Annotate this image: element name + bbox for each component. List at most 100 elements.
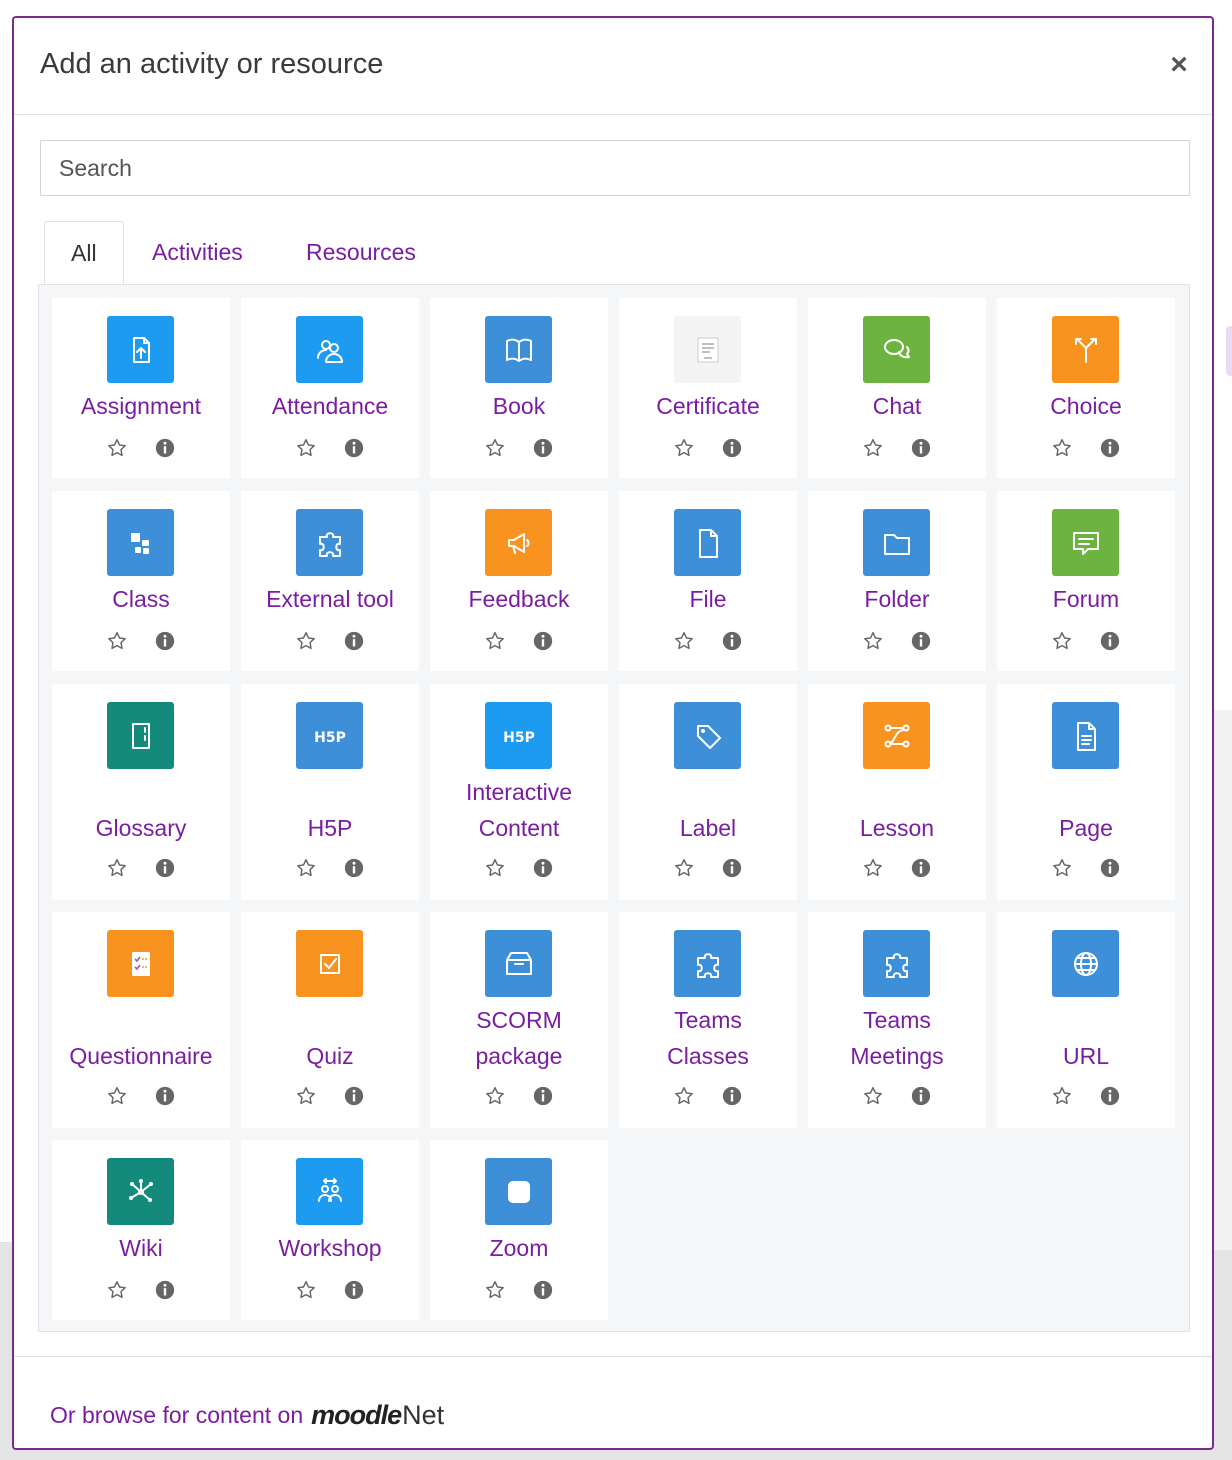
activity-card-teams-classes[interactable]: Teams Classes bbox=[619, 912, 797, 1128]
info-icon[interactable] bbox=[343, 437, 365, 459]
activity-card-file[interactable]: File bbox=[619, 491, 797, 671]
activity-name[interactable]: Forum bbox=[997, 581, 1175, 617]
activity-card-workshop[interactable]: Workshop bbox=[241, 1140, 419, 1320]
activity-card-certificate[interactable]: Certificate bbox=[619, 298, 797, 478]
info-icon[interactable] bbox=[1099, 437, 1121, 459]
info-icon[interactable] bbox=[1099, 857, 1121, 879]
star-icon[interactable] bbox=[106, 1279, 128, 1301]
star-icon[interactable] bbox=[106, 437, 128, 459]
star-icon[interactable] bbox=[862, 1085, 884, 1107]
star-icon[interactable] bbox=[295, 857, 317, 879]
activity-name[interactable]: Teams Meetings bbox=[808, 1002, 986, 1074]
star-icon[interactable] bbox=[484, 437, 506, 459]
activity-card-url[interactable]: URL bbox=[997, 912, 1175, 1128]
star-icon[interactable] bbox=[862, 437, 884, 459]
activity-name[interactable]: Teams Classes bbox=[619, 1002, 797, 1074]
info-icon[interactable] bbox=[532, 1279, 554, 1301]
activity-name[interactable]: Questionnaire bbox=[52, 1038, 230, 1074]
star-icon[interactable] bbox=[484, 630, 506, 652]
star-icon[interactable] bbox=[673, 857, 695, 879]
info-icon[interactable] bbox=[154, 857, 176, 879]
activity-name[interactable]: External tool bbox=[241, 581, 419, 617]
activity-name[interactable]: Book bbox=[430, 388, 608, 424]
info-icon[interactable] bbox=[343, 857, 365, 879]
star-icon[interactable] bbox=[1051, 630, 1073, 652]
info-icon[interactable] bbox=[910, 437, 932, 459]
star-icon[interactable] bbox=[1051, 1085, 1073, 1107]
activity-card-zoom[interactable]: Zoom bbox=[430, 1140, 608, 1320]
activity-card-questionnaire[interactable]: Questionnaire bbox=[52, 912, 230, 1128]
activity-card-forum[interactable]: Forum bbox=[997, 491, 1175, 671]
activity-card-attendance[interactable]: Attendance bbox=[241, 298, 419, 478]
info-icon[interactable] bbox=[1099, 1085, 1121, 1107]
info-icon[interactable] bbox=[154, 1085, 176, 1107]
activity-name[interactable]: Class bbox=[52, 581, 230, 617]
info-icon[interactable] bbox=[532, 1085, 554, 1107]
info-icon[interactable] bbox=[532, 857, 554, 879]
activity-name[interactable]: Attendance bbox=[241, 388, 419, 424]
star-icon[interactable] bbox=[484, 1279, 506, 1301]
activity-name[interactable]: Interactive Content bbox=[430, 774, 608, 846]
activity-card-class[interactable]: Class bbox=[52, 491, 230, 671]
activity-card-interactive-content[interactable]: H5P Interactive Content bbox=[430, 684, 608, 900]
activity-card-book[interactable]: Book bbox=[430, 298, 608, 478]
tab-all[interactable]: All bbox=[44, 221, 124, 285]
star-icon[interactable] bbox=[862, 857, 884, 879]
activity-card-teams-meetings[interactable]: Teams Meetings bbox=[808, 912, 986, 1128]
activity-name[interactable]: Glossary bbox=[52, 810, 230, 846]
activity-name[interactable]: Assignment bbox=[52, 388, 230, 424]
info-icon[interactable] bbox=[721, 1085, 743, 1107]
info-icon[interactable] bbox=[910, 1085, 932, 1107]
activity-name[interactable]: Workshop bbox=[241, 1230, 419, 1266]
star-icon[interactable] bbox=[106, 630, 128, 652]
star-icon[interactable] bbox=[1051, 437, 1073, 459]
activity-name[interactable]: Feedback bbox=[430, 581, 608, 617]
star-icon[interactable] bbox=[295, 1085, 317, 1107]
star-icon[interactable] bbox=[295, 1279, 317, 1301]
star-icon[interactable] bbox=[106, 1085, 128, 1107]
info-icon[interactable] bbox=[721, 630, 743, 652]
star-icon[interactable] bbox=[673, 630, 695, 652]
activity-name[interactable]: Lesson bbox=[808, 810, 986, 846]
activity-card-chat[interactable]: Chat bbox=[808, 298, 986, 478]
activity-card-scorm-package[interactable]: SCORM package bbox=[430, 912, 608, 1128]
activity-name[interactable]: Chat bbox=[808, 388, 986, 424]
star-icon[interactable] bbox=[295, 437, 317, 459]
info-icon[interactable] bbox=[343, 1279, 365, 1301]
search-input[interactable] bbox=[40, 140, 1190, 196]
activity-name[interactable]: SCORM package bbox=[430, 1002, 608, 1074]
activity-name[interactable]: File bbox=[619, 581, 797, 617]
activity-name[interactable]: Zoom bbox=[430, 1230, 608, 1266]
info-icon[interactable] bbox=[154, 437, 176, 459]
star-icon[interactable] bbox=[106, 857, 128, 879]
activity-name[interactable]: Choice bbox=[997, 388, 1175, 424]
star-icon[interactable] bbox=[484, 1085, 506, 1107]
star-icon[interactable] bbox=[673, 1085, 695, 1107]
info-icon[interactable] bbox=[154, 630, 176, 652]
activity-card-page[interactable]: Page bbox=[997, 684, 1175, 900]
info-icon[interactable] bbox=[1099, 630, 1121, 652]
info-icon[interactable] bbox=[721, 437, 743, 459]
info-icon[interactable] bbox=[343, 1085, 365, 1107]
activity-card-label[interactable]: Label bbox=[619, 684, 797, 900]
activity-card-choice[interactable]: Choice bbox=[997, 298, 1175, 478]
activity-name[interactable]: Wiki bbox=[52, 1230, 230, 1266]
activity-card-lesson[interactable]: Lesson bbox=[808, 684, 986, 900]
info-icon[interactable] bbox=[154, 1279, 176, 1301]
activity-name[interactable]: H5P bbox=[241, 810, 419, 846]
close-button[interactable]: × bbox=[1164, 50, 1194, 80]
tab-resources[interactable]: Resources bbox=[280, 221, 442, 285]
activity-name[interactable]: URL bbox=[997, 1038, 1175, 1074]
activity-name[interactable]: Folder bbox=[808, 581, 986, 617]
info-icon[interactable] bbox=[532, 630, 554, 652]
activity-card-external-tool[interactable]: External tool bbox=[241, 491, 419, 671]
info-icon[interactable] bbox=[910, 857, 932, 879]
moodlenet-link[interactable]: Or browse for content on moodle Net bbox=[50, 1402, 444, 1429]
star-icon[interactable] bbox=[1051, 857, 1073, 879]
star-icon[interactable] bbox=[673, 437, 695, 459]
info-icon[interactable] bbox=[532, 437, 554, 459]
activity-name[interactable]: Page bbox=[997, 810, 1175, 846]
activity-card-quiz[interactable]: Quiz bbox=[241, 912, 419, 1128]
info-icon[interactable] bbox=[721, 857, 743, 879]
activity-card-assignment[interactable]: Assignment bbox=[52, 298, 230, 478]
